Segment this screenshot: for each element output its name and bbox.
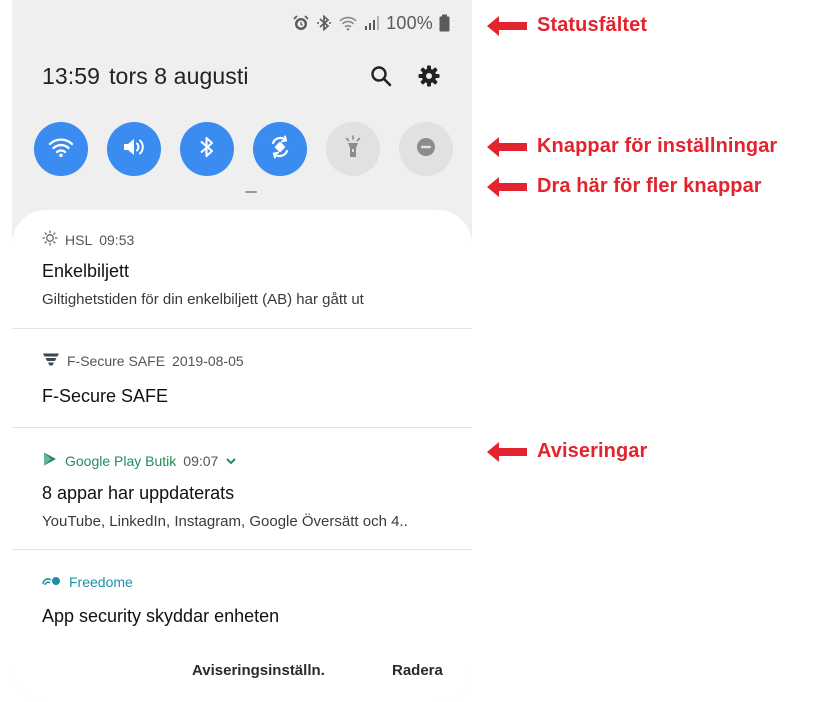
wifi-toggle[interactable] [34, 122, 88, 176]
fsecure-icon [42, 352, 60, 369]
annotation-label: Aviseringar [537, 440, 648, 462]
search-icon[interactable] [370, 65, 392, 87]
notification-time: 09:53 [99, 231, 135, 248]
sun-icon [42, 230, 58, 249]
alarm-icon [292, 14, 310, 32]
arrow-left-icon [487, 441, 527, 463]
quick-settings-row [34, 122, 453, 176]
notification-fsecure[interactable]: F-Secure SAFE 2019-08-05 F-Secure SAFE [12, 329, 472, 427]
notification-google-play[interactable]: Google Play Butik 09:07 8 appar har uppd… [12, 428, 472, 549]
notification-hsl[interactable]: HSL 09:53 Enkelbiljett Giltighetstiden f… [12, 210, 472, 328]
bluetooth-status-icon [316, 14, 332, 32]
notification-body: Giltighetstiden för din enkelbiljett (AB… [42, 291, 364, 308]
chevron-down-icon[interactable] [225, 453, 237, 469]
annotation-buttons: Knappar för inställningar [487, 135, 777, 158]
drag-handle[interactable] [245, 191, 257, 193]
notification-panel: HSL 09:53 Enkelbiljett Giltighetstiden f… [12, 210, 472, 702]
battery-icon [439, 14, 450, 32]
wifi-status-icon [338, 15, 358, 31]
freedome-icon [42, 574, 62, 590]
status-bar: 100% [292, 10, 450, 36]
annotation-label: Dra här för fler knappar [537, 175, 762, 197]
notification-title: Enkelbiljett [42, 261, 130, 281]
auto-rotate-toggle[interactable] [253, 122, 307, 176]
wifi-icon [48, 136, 74, 163]
shade-header: 13:59 tors 8 augusti [42, 58, 442, 94]
notification-app-name: HSL [65, 231, 93, 248]
annotation-drag: Dra här för fler knappar [487, 175, 762, 198]
clock-date-text: tors 8 augusti [109, 62, 249, 89]
notification-shade: 100% 13:59 tors 8 augusti HSL 09:53 Enke… [12, 0, 472, 702]
notification-title: App security skyddar enheten [42, 606, 280, 626]
notification-time: 2019-08-05 [172, 352, 244, 369]
annotation-notifications: Aviseringar [487, 440, 647, 463]
notification-title: 8 appar har uppdaterats [42, 483, 235, 503]
notification-body: YouTube, LinkedIn, Instagram, Google Öve… [42, 513, 408, 530]
sound-toggle[interactable] [107, 122, 161, 176]
flashlight-toggle[interactable] [326, 122, 380, 176]
arrow-left-icon [487, 15, 527, 37]
annotation-label: Knappar för inställningar [537, 135, 778, 157]
flashlight-icon [342, 134, 364, 165]
bluetooth-toggle[interactable] [180, 122, 234, 176]
notification-actions: Aviseringsinställn. Radera [12, 656, 472, 688]
clear-all-button[interactable]: Radera [392, 662, 443, 679]
notification-app-name: Google Play Butik [65, 452, 177, 469]
play-store-icon [42, 451, 58, 470]
clock-date: 13:59 tors 8 augusti [42, 63, 249, 90]
battery-percent: 100% [386, 12, 433, 33]
notification-freedome[interactable]: Freedome App security skyddar enheten [12, 550, 472, 642]
auto-rotate-icon [267, 134, 293, 165]
annotation-label: Statusfältet [537, 14, 648, 36]
bluetooth-icon [196, 134, 218, 165]
notification-app-name: F-Secure SAFE [67, 352, 166, 369]
notification-title: F-Secure SAFE [42, 386, 169, 406]
sound-icon [121, 136, 147, 163]
notification-app-name: Freedome [69, 574, 133, 590]
clock-time: 13:59 [42, 62, 101, 89]
do-not-disturb-icon [415, 136, 437, 163]
gear-icon[interactable] [418, 65, 440, 87]
arrow-left-icon [487, 176, 527, 198]
notification-settings-button[interactable]: Aviseringsinställn. [192, 662, 325, 679]
arrow-left-icon [487, 136, 527, 158]
annotation-status-bar: Statusfältet [487, 14, 647, 37]
do-not-disturb-toggle[interactable] [399, 122, 453, 176]
notification-time: 09:07 [183, 452, 219, 469]
signal-icon [364, 15, 380, 31]
